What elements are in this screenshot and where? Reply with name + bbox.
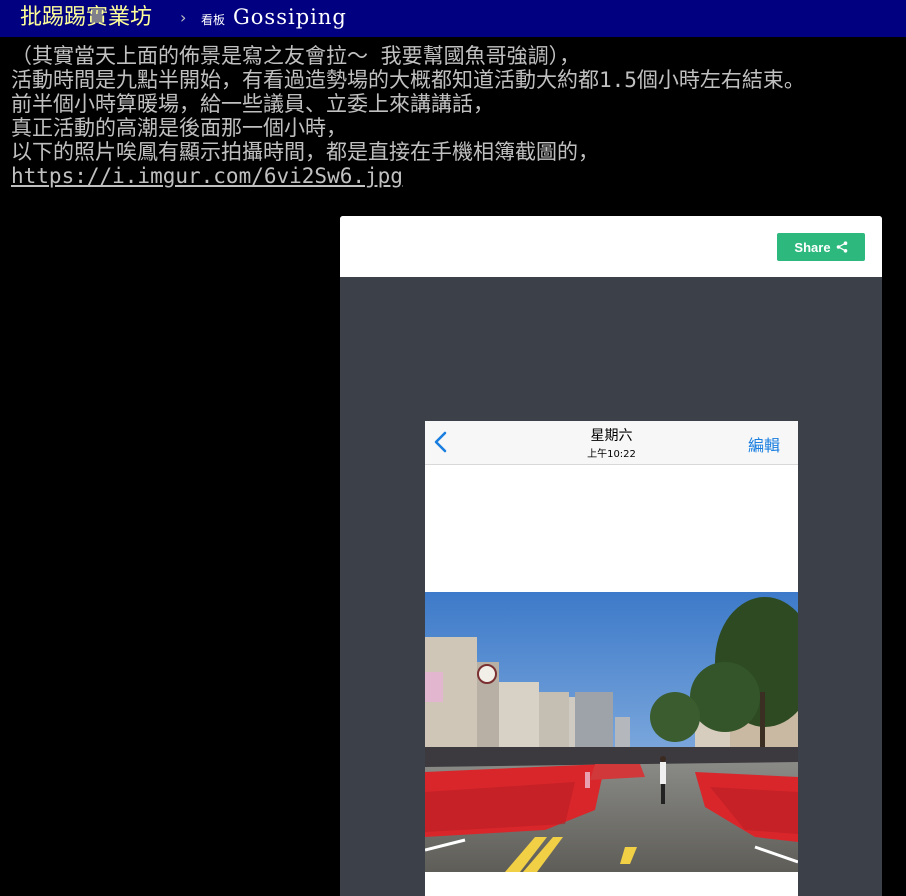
- post-line: 活動時間是九點半開始，有看過造勢場的大概都知道活動大約都1.5個小時左右結束。: [11, 68, 805, 92]
- share-button[interactable]: Share: [777, 233, 865, 261]
- embed-image-area: 星期六 上午10:22 編輯: [340, 277, 882, 896]
- breadcrumb-separator: ›: [180, 8, 187, 27]
- top-bar: 批踢踢實業坊 › 看板 Gossiping: [0, 0, 906, 37]
- phone-nav-bar: 星期六 上午10:22 編輯: [425, 421, 798, 465]
- nav-time: 上午10:22: [587, 449, 636, 460]
- imgur-link[interactable]: https://i.imgur.com/6vi2Sw6.jpg: [11, 164, 403, 188]
- post-line: （其實當天上面的佈景是寫之友會拉～ 我要幫國魚哥強調），: [11, 44, 581, 68]
- board-name-link[interactable]: Gossiping: [233, 5, 347, 29]
- post-line: 以下的照片唉鳳有顯示拍攝時間，都是直接在手機相簿截圖的，: [11, 140, 599, 164]
- imgur-embed: Share 星期六 上午10:22 編輯: [340, 216, 882, 896]
- share-icon: [836, 241, 847, 253]
- share-label: Share: [794, 239, 831, 255]
- post-content: （其實當天上面的佈景是寫之友會拉～ 我要幫國魚哥強調）， 活動時間是九點半開始，…: [11, 44, 805, 188]
- post-line: 前半個小時算暖場，給一些議員、立委上來講講話，: [11, 92, 494, 116]
- nav-edit: 編輯: [747, 436, 780, 455]
- site-title-link[interactable]: 批踢踢實業坊: [20, 4, 152, 32]
- phone-screenshot[interactable]: 星期六 上午10:22 編輯: [425, 421, 798, 896]
- nav-day: 星期六: [590, 428, 633, 444]
- embed-header: Share: [340, 216, 882, 277]
- post-line: 真正活動的高潮是後面那一個小時，: [11, 116, 347, 140]
- board-label: 看板: [201, 13, 226, 27]
- event-photo: [425, 592, 798, 872]
